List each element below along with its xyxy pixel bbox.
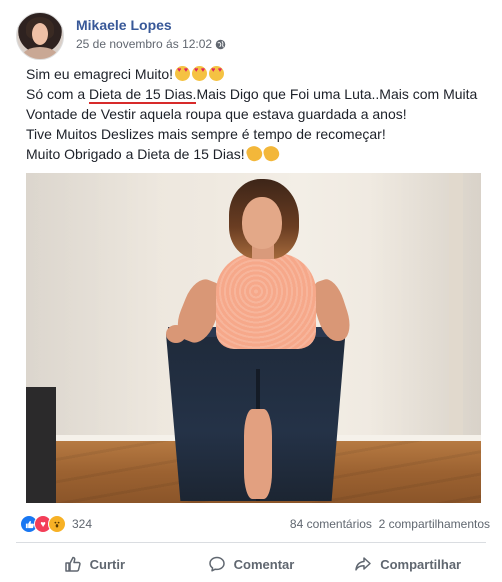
- like-button[interactable]: Curtir: [16, 550, 173, 578]
- post-line-5: Muito Obrigado a Dieta de 15 Dias!: [26, 143, 496, 164]
- woman-in-oversized-jeans: [166, 179, 355, 501]
- post-line-3: Vontade de Vestir aquela roupa que estav…: [26, 106, 407, 122]
- facebook-post-card: Mikaele Lopes 25 de novembro ás 12:02 Si…: [0, 0, 502, 582]
- post-header: Mikaele Lopes 25 de novembro ás 12:02: [16, 12, 226, 60]
- share-arrow-icon: [355, 557, 371, 571]
- shares-count[interactable]: 2 compartilhamentos: [379, 517, 490, 531]
- post-line-1: Sim eu emagreci Muito!: [26, 64, 496, 84]
- post-line-2-suffix: Mais Digo que Foi uma Luta..Mais com Mui…: [196, 86, 478, 102]
- post-line-5-text: Muito Obrigado a Dieta de 15 Dias!: [26, 146, 245, 162]
- comment-button[interactable]: Comentar: [173, 550, 330, 578]
- dark-cabinet: [26, 387, 56, 503]
- comments-count[interactable]: 84 comentários: [290, 517, 372, 531]
- post-meta: Mikaele Lopes 25 de novembro ás 12:02: [76, 16, 226, 52]
- wow-icon[interactable]: [48, 515, 66, 533]
- post-line-2: Só com a Dieta de 15 Dias.Mais Digo que …: [26, 84, 496, 104]
- reaction-count[interactable]: 324: [72, 517, 92, 531]
- comments-shares-summary: 84 comentários 2 compartilhamentos: [290, 514, 490, 534]
- heart-eyes-emoji-icon: [209, 66, 225, 81]
- highlighted-diet-text: Dieta de 15 Dias.: [89, 86, 197, 102]
- post-line-4: Tive Muitos Deslizes mais sempre é tempo…: [26, 126, 386, 142]
- divider: [16, 542, 486, 543]
- post-date-row: 25 de novembro ás 12:02: [76, 36, 226, 52]
- heart-eyes-emoji-icon: [175, 66, 191, 81]
- post-photo[interactable]: [26, 173, 481, 503]
- clapping-hands-emoji-icon: [244, 143, 264, 164]
- share-button-label: Compartilhar: [380, 556, 462, 572]
- avatar[interactable]: [16, 12, 64, 60]
- reactions-bar: ♥ 324 84 comentários 2 compartilhamentos: [20, 514, 490, 534]
- heart-eyes-emoji-icon: [192, 66, 208, 81]
- like-button-label: Curtir: [89, 556, 126, 572]
- thumbs-up-icon: [64, 556, 81, 572]
- author-name[interactable]: Mikaele Lopes: [76, 16, 226, 34]
- clapping-hands-emoji-icon: [261, 143, 281, 164]
- globe-icon: [215, 39, 226, 49]
- post-line-2-prefix: Só com a: [26, 86, 90, 102]
- action-bar: Curtir Comentar Compartilhar: [16, 550, 486, 578]
- post-text: Sim eu emagreci Muito! Só com a Dieta de…: [26, 64, 496, 164]
- post-line-1-text: Sim eu emagreci Muito!: [26, 66, 174, 82]
- comment-bubble-icon: [208, 556, 225, 572]
- post-timestamp[interactable]: 25 de novembro ás 12:02: [76, 36, 212, 52]
- share-button[interactable]: Compartilhar: [329, 550, 486, 578]
- comment-button-label: Comentar: [233, 556, 295, 572]
- door-frame: [449, 173, 463, 441]
